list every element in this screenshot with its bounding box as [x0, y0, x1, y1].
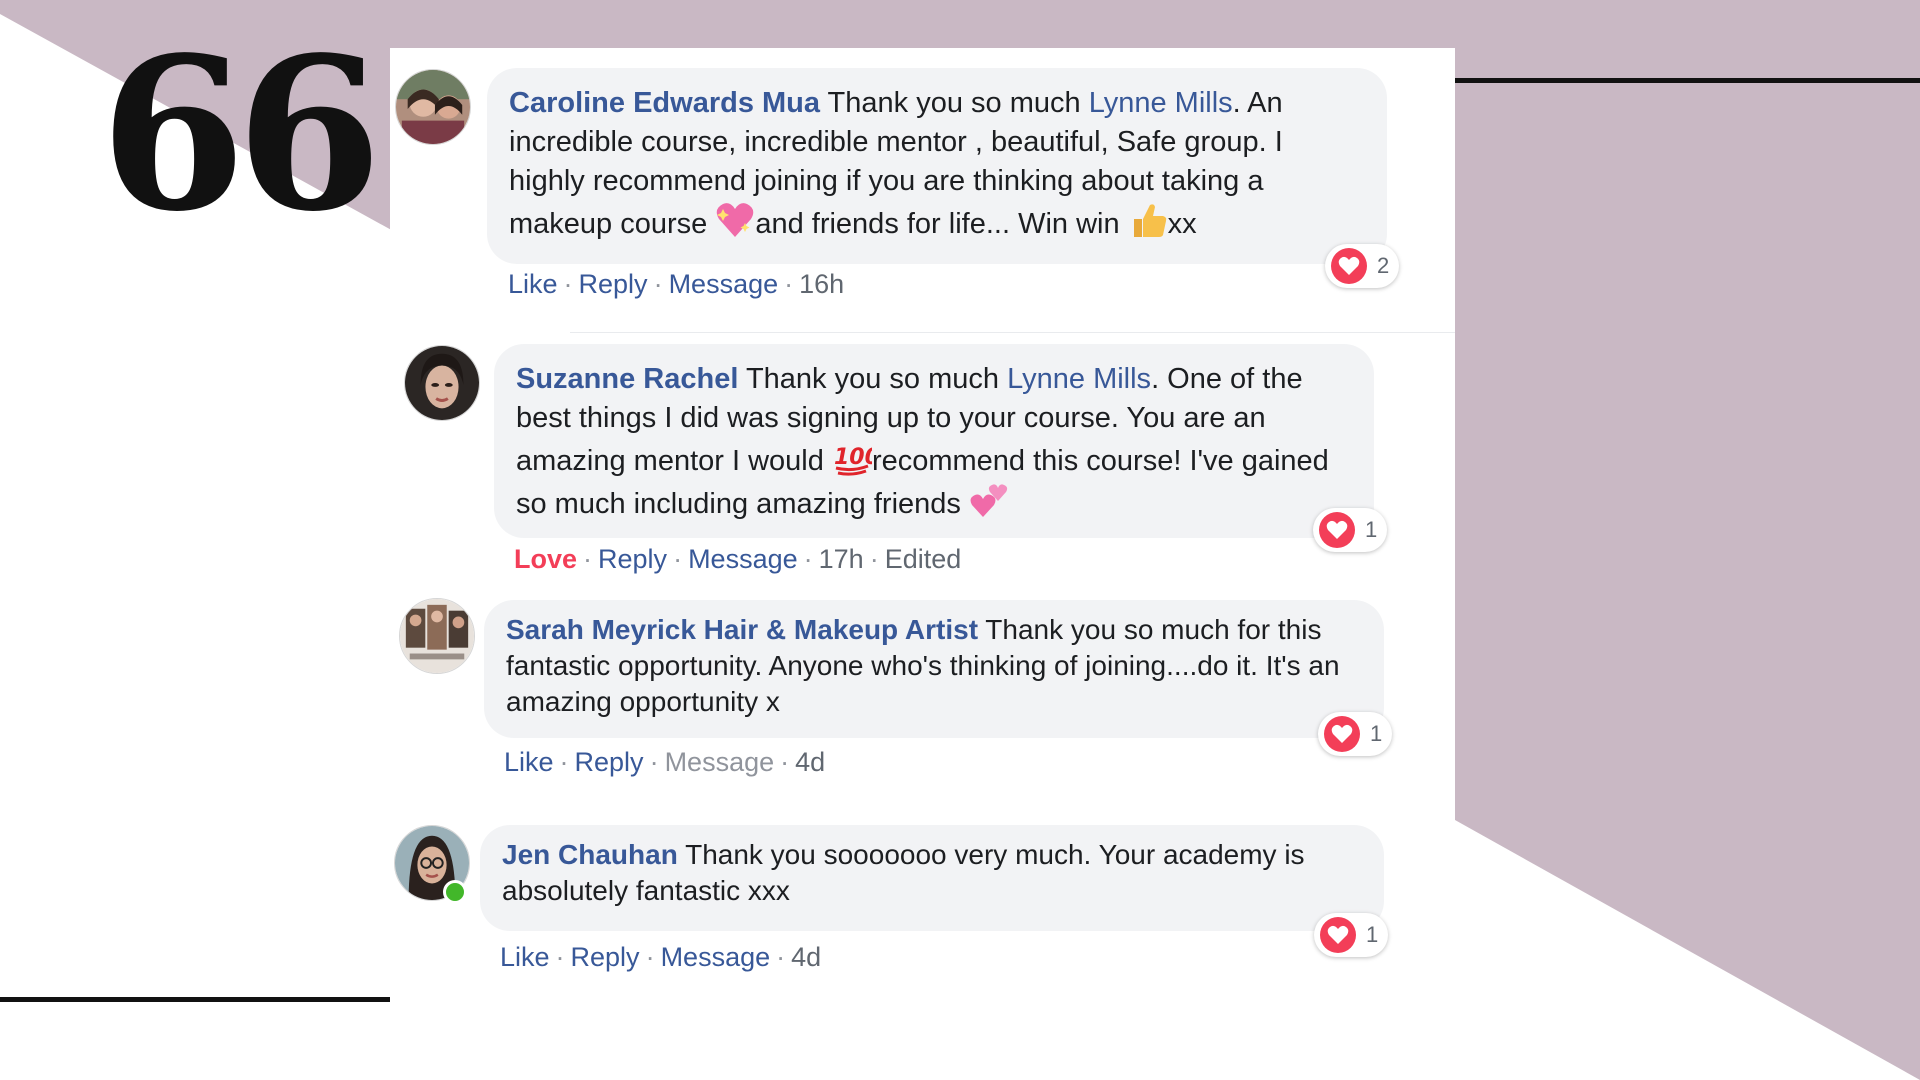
- separator: ·: [583, 544, 593, 574]
- like-link[interactable]: Like: [504, 747, 554, 777]
- separator: ·: [653, 269, 663, 299]
- reaction-count: 2: [1377, 253, 1390, 278]
- avatar[interactable]: [399, 598, 475, 674]
- message-link[interactable]: Message: [665, 747, 775, 777]
- separator: ·: [559, 747, 569, 777]
- avatar-photo-icon: [400, 599, 474, 673]
- heart-icon: [1331, 248, 1367, 284]
- comment-bubble: Jen Chauhan Thank you sooooooo very much…: [480, 825, 1384, 931]
- comment-text: xx: [1167, 208, 1197, 240]
- separator: ·: [780, 747, 790, 777]
- separator: ·: [776, 942, 786, 972]
- reply-link[interactable]: Reply: [571, 942, 640, 972]
- quote-mark-icon: 66: [100, 11, 382, 258]
- like-link[interactable]: Like: [508, 269, 558, 299]
- hundred-points-icon: 100: [832, 438, 872, 476]
- reaction-summary[interactable]: 1: [1313, 508, 1388, 552]
- heart-icon: [1320, 917, 1356, 953]
- reply-link[interactable]: Reply: [598, 544, 667, 574]
- comment-bubble: Sarah Meyrick Hair & Makeup Artist Thank…: [484, 600, 1384, 738]
- timestamp[interactable]: 4d: [795, 747, 825, 777]
- reaction-summary[interactable]: 2: [1325, 244, 1400, 288]
- bottom-left-rule: [0, 997, 390, 1002]
- reaction-count: 1: [1366, 922, 1379, 947]
- comment-text: Thank you so much: [738, 363, 1008, 395]
- comment-bubble: Caroline Edwards Mua Thank you so much L…: [487, 68, 1387, 264]
- top-right-rule: [1455, 78, 1920, 83]
- reaction-count: 1: [1370, 721, 1383, 746]
- thumbs-up-icon: [1128, 201, 1168, 239]
- separator: ·: [563, 269, 573, 299]
- mention-link[interactable]: Lynne Mills: [1007, 363, 1151, 395]
- edited-label[interactable]: Edited: [885, 544, 962, 574]
- separator: ·: [869, 544, 879, 574]
- message-link[interactable]: Message: [661, 942, 771, 972]
- reaction-summary[interactable]: 1: [1314, 913, 1389, 957]
- love-reaction-link[interactable]: Love: [514, 544, 577, 574]
- comment-jen: Jen Chauhan Thank you sooooooo very much…: [390, 823, 1455, 1008]
- comment-author[interactable]: Caroline Edwards Mua: [509, 87, 820, 119]
- avatar-photo-icon: [396, 70, 470, 144]
- separator: ·: [649, 747, 659, 777]
- comment-actions: Like · Reply · Message · 4d: [504, 746, 825, 778]
- avatar[interactable]: [395, 69, 471, 145]
- reaction-count: 1: [1365, 517, 1378, 542]
- separator: ·: [784, 269, 794, 299]
- mauve-right-shape: [1455, 80, 1920, 1080]
- sparkling-heart-icon: [715, 201, 755, 239]
- comment-actions: Love · Reply · Message · 17h · Edited: [514, 543, 961, 575]
- message-link[interactable]: Message: [688, 544, 798, 574]
- comment-caroline: Caroline Edwards Mua Thank you so much L…: [390, 48, 1455, 338]
- timestamp[interactable]: 17h: [819, 544, 864, 574]
- separator: ·: [645, 942, 655, 972]
- comment-author[interactable]: Sarah Meyrick Hair & Makeup Artist: [506, 614, 978, 645]
- comment-suzanne: Suzanne Rachel Thank you so much Lynne M…: [390, 338, 1455, 608]
- comments-panel: Caroline Edwards Mua Thank you so much L…: [390, 48, 1455, 1008]
- online-status-icon: [443, 880, 467, 904]
- comment-sarah: Sarah Meyrick Hair & Makeup Artist Thank…: [390, 596, 1455, 826]
- reply-link[interactable]: Reply: [575, 747, 644, 777]
- comment-author[interactable]: Jen Chauhan: [502, 839, 678, 870]
- separator: ·: [803, 544, 813, 574]
- comment-text: Thank you so much: [820, 87, 1089, 119]
- timestamp[interactable]: 16h: [799, 269, 844, 299]
- avatar-photo-icon: [405, 346, 479, 420]
- two-hearts-icon: [969, 481, 1009, 519]
- heart-icon: [1319, 512, 1355, 548]
- message-link[interactable]: Message: [669, 269, 779, 299]
- separator: ·: [555, 942, 565, 972]
- comment-actions: Like · Reply · Message · 4d: [500, 941, 821, 973]
- reaction-summary[interactable]: 1: [1318, 712, 1393, 756]
- comment-text: and friends for life... Win win: [755, 208, 1128, 240]
- reply-link[interactable]: Reply: [579, 269, 648, 299]
- mention-link[interactable]: Lynne Mills: [1089, 87, 1233, 119]
- comment-author[interactable]: Suzanne Rachel: [516, 363, 738, 395]
- comment-actions: Like · Reply · Message · 16h: [508, 268, 844, 300]
- divider: [570, 332, 1455, 333]
- avatar[interactable]: [404, 345, 480, 421]
- like-link[interactable]: Like: [500, 942, 550, 972]
- timestamp[interactable]: 4d: [791, 942, 821, 972]
- separator: ·: [673, 544, 683, 574]
- heart-icon: [1324, 716, 1360, 752]
- comment-bubble: Suzanne Rachel Thank you so much Lynne M…: [494, 344, 1374, 538]
